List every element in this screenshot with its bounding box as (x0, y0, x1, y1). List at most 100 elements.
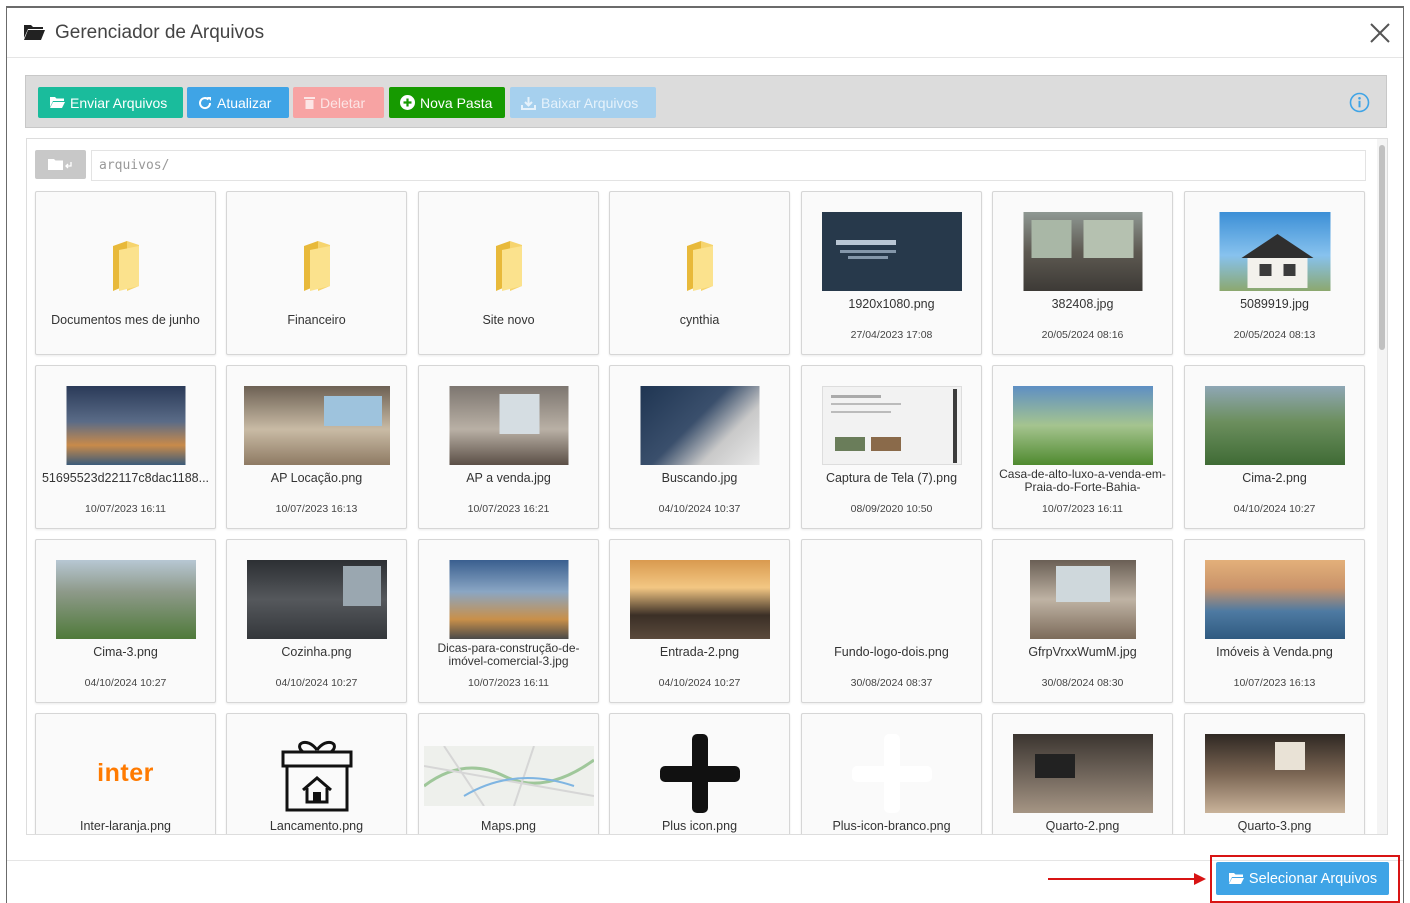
file-date: 10/07/2023 16:13 (275, 503, 358, 515)
file-date: 30/08/2024 08:37 (850, 677, 933, 689)
image-thumbnail (246, 560, 387, 639)
file-tile[interactable]: Entrada-2.png 04/10/2024 10:27 (609, 539, 790, 703)
folder-icon (109, 240, 143, 297)
file-tile[interactable]: Quarto-3.png (1184, 713, 1365, 834)
gift-house-icon (277, 734, 357, 813)
file-tile[interactable]: 51695523d22117c8dac1188... 10/07/2023 16… (35, 365, 216, 529)
file-tile[interactable]: Buscando.jpg 04/10/2024 10:37 (609, 365, 790, 529)
scrollbar[interactable] (1377, 139, 1387, 834)
file-date: 30/08/2024 08:30 (1041, 677, 1124, 689)
image-thumbnail (55, 560, 196, 639)
file-name: Casa-de-alto-luxo-a-venda-em-Praia-do-Fo… (999, 467, 1166, 494)
file-name: 1920x1080.png (848, 297, 935, 311)
file-tile[interactable]: Plus icon.png (609, 713, 790, 834)
file-tile[interactable]: Dicas-para-construção-de-imóvel-comercia… (418, 539, 599, 703)
file-name: Plus icon.png (661, 819, 738, 833)
image-thumbnail (640, 386, 759, 465)
refresh-icon (199, 96, 212, 109)
file-tile[interactable]: Site novo (418, 191, 599, 355)
image-thumbnail (449, 560, 568, 639)
close-icon[interactable] (1367, 20, 1393, 46)
image-thumbnail (1012, 386, 1153, 465)
download-files-label: Baixar Arquivos (541, 94, 639, 111)
image-thumbnail (423, 746, 594, 806)
folder-open-icon (50, 97, 65, 108)
info-icon[interactable] (1349, 92, 1370, 118)
file-tile[interactable]: Maps.png (418, 713, 599, 834)
download-files-button[interactable]: Baixar Arquivos (510, 87, 656, 118)
image-thumbnail (1204, 560, 1345, 639)
file-name: Financeiro (287, 313, 346, 327)
file-name: Maps.png (481, 819, 536, 833)
file-tile[interactable]: 382408.jpg 20/05/2024 08:16 (992, 191, 1173, 355)
plus-icon (659, 734, 740, 813)
file-name: Cima-3.png (93, 645, 158, 659)
file-browser: arquivos/ Documentos mes de junho Financ… (26, 138, 1388, 835)
file-tile[interactable]: Fundo-logo-dois.png 30/08/2024 08:37 (801, 539, 982, 703)
file-date: 20/05/2024 08:16 (1041, 329, 1124, 341)
image-thumbnail (1204, 734, 1345, 813)
file-name: Dicas-para-construção-de-imóvel-comercia… (437, 641, 580, 668)
file-tile[interactable]: Documentos mes de junho (35, 191, 216, 355)
file-tile[interactable]: Quarto-2.png (992, 713, 1173, 834)
red-arrow-annotation (1048, 873, 1206, 885)
image-thumbnail (821, 560, 962, 639)
file-date: 27/04/2023 17:08 (850, 329, 933, 341)
file-name: cynthia (679, 313, 720, 327)
file-date: 04/10/2024 10:27 (84, 677, 167, 689)
scrollbar-thumb[interactable] (1379, 145, 1385, 350)
file-name: Lancamento.png (269, 819, 364, 833)
file-tile[interactable]: GfrpVrxxWumM.jpg 30/08/2024 08:30 (992, 539, 1173, 703)
modal-header: Gerenciador de Arquivos (7, 8, 1403, 58)
file-name: Cima-2.png (1242, 471, 1307, 485)
file-date: 20/05/2024 08:13 (1233, 329, 1316, 341)
file-tile[interactable]: AP a venda.jpg 10/07/2023 16:21 (418, 365, 599, 529)
file-date: 04/10/2024 10:37 (658, 503, 741, 515)
file-name: Quarto-3.png (1237, 819, 1312, 833)
file-date: 10/07/2023 16:11 (1042, 503, 1123, 515)
file-tile[interactable]: Cima-3.png 04/10/2024 10:27 (35, 539, 216, 703)
file-tile[interactable]: cynthia (609, 191, 790, 355)
modal-title: Gerenciador de Arquivos (55, 22, 265, 43)
file-tile[interactable]: Financeiro (226, 191, 407, 355)
file-name: Cozinha.png (281, 645, 352, 659)
image-thumbnail (1023, 212, 1142, 291)
file-tile[interactable]: Casa-de-alto-luxo-a-venda-em-Praia-do-Fo… (992, 365, 1173, 529)
file-tile[interactable]: Captura de Tela (7).png 08/09/2020 10:50 (801, 365, 982, 529)
image-thumbnail (243, 386, 390, 465)
file-tile[interactable]: inter Inter-laranja.png (35, 713, 216, 834)
file-tile[interactable]: Lancamento.png (226, 713, 407, 834)
back-folder-button[interactable] (35, 150, 86, 179)
file-tile[interactable]: Plus-icon-branco.png (801, 713, 982, 834)
image-thumbnail (1012, 734, 1153, 813)
image-thumbnail (821, 386, 962, 465)
file-date: 10/07/2023 16:21 (467, 503, 550, 515)
file-tile[interactable]: Imóveis à Venda.png 10/07/2023 16:13 (1184, 539, 1365, 703)
delete-button[interactable]: Deletar (293, 87, 384, 118)
upload-files-label: Enviar Arquivos (70, 94, 168, 111)
toolbar: Enviar Arquivos Atualizar Deletar Nova P… (25, 75, 1387, 128)
new-folder-button[interactable]: Nova Pasta (389, 87, 505, 118)
path-input[interactable]: arquivos/ (91, 150, 1366, 181)
file-tile[interactable]: 5089919.jpg 20/05/2024 08:13 (1184, 191, 1365, 355)
upload-files-button[interactable]: Enviar Arquivos (38, 87, 183, 118)
file-tile[interactable]: 1920x1080.png 27/04/2023 17:08 (801, 191, 982, 355)
red-highlight-box (1210, 855, 1400, 903)
file-manager-modal: Gerenciador de Arquivos Enviar Arquivos … (6, 6, 1404, 903)
file-tile[interactable]: AP Locação.png 10/07/2023 16:13 (226, 365, 407, 529)
file-tile[interactable]: Cozinha.png 04/10/2024 10:27 (226, 539, 407, 703)
image-thumbnail (1029, 560, 1136, 639)
refresh-label: Atualizar (217, 94, 272, 111)
file-name: Site novo (482, 313, 535, 327)
file-name: Documentos mes de junho (51, 313, 200, 327)
file-tile[interactable]: Cima-2.png 04/10/2024 10:27 (1184, 365, 1365, 529)
folder-icon (492, 240, 526, 297)
file-name: Inter-laranja.png (79, 819, 172, 833)
refresh-button[interactable]: Atualizar (187, 87, 289, 118)
inter-logo-text: inter (97, 759, 154, 787)
image-thumbnail (66, 386, 185, 465)
file-name: Entrada-2.png (659, 645, 740, 659)
folder-icon (300, 240, 334, 297)
folder-icon (683, 240, 717, 297)
image-thumbnail (1219, 212, 1330, 291)
